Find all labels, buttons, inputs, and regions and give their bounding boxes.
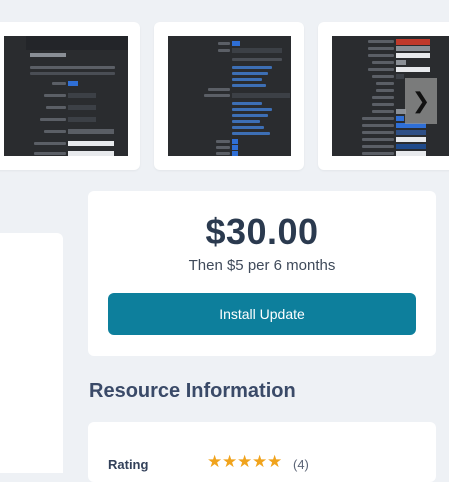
price: $30.00 — [205, 211, 319, 252]
install-update-button[interactable]: Install Update — [108, 293, 416, 335]
renewal-terms: Then $5 per 6 months — [188, 257, 336, 274]
gallery-thumbnail-1[interactable] — [0, 22, 140, 170]
star-icon: ★ — [222, 452, 238, 471]
rating-stars: ★★★★★ — [207, 452, 282, 472]
rating-count: (4) — [293, 457, 309, 472]
star-icon: ★ — [267, 452, 283, 471]
pricing-card: $30.00 Then $5 per 6 months Install Upda… — [88, 191, 436, 356]
screenshot-image — [168, 36, 291, 156]
star-icon: ★ — [237, 452, 253, 471]
description-panel — [0, 233, 63, 473]
rating-label: Rating — [108, 457, 149, 472]
screenshot-image — [4, 36, 128, 156]
chevron-right-icon: ❯ — [411, 88, 431, 113]
resource-information-heading: Resource Information — [89, 380, 296, 402]
gallery-thumbnail-2[interactable] — [154, 22, 304, 170]
resource-info-card: Rating ★★★★★ (4) — [88, 422, 436, 482]
gallery-next-button[interactable]: ❯ — [405, 78, 437, 124]
star-icon: ★ — [252, 452, 268, 471]
star-icon: ★ — [207, 452, 223, 471]
